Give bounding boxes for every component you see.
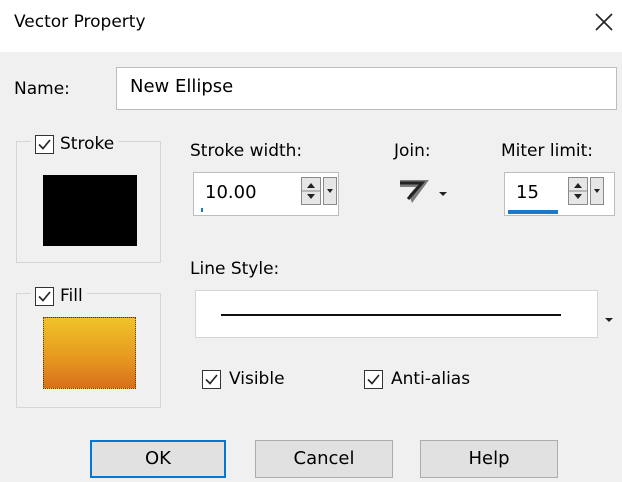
fill-checkbox-row[interactable]: Fill: [31, 286, 87, 306]
fill-color-swatch[interactable]: [43, 317, 136, 389]
help-button[interactable]: Help: [420, 440, 558, 478]
close-icon[interactable]: [590, 8, 618, 36]
miter-limit-value[interactable]: 15: [516, 182, 539, 203]
name-label: Name:: [14, 79, 70, 99]
join-label: Join:: [394, 141, 431, 161]
fill-checkbox[interactable]: [35, 286, 54, 306]
miter-limit-dropdown-button[interactable]: [590, 177, 604, 205]
visible-checkbox[interactable]: [202, 369, 221, 389]
ok-button[interactable]: OK: [90, 440, 226, 478]
stroke-width-label: Stroke width:: [190, 141, 303, 161]
line-style-chevron-icon[interactable]: [604, 309, 614, 328]
line-style-label: Line Style:: [190, 259, 280, 279]
stroke-width-slider-mark: [201, 208, 203, 212]
stroke-checkbox-row[interactable]: Stroke: [31, 134, 119, 154]
chevron-down-icon: [438, 183, 448, 202]
line-style-preview: [221, 314, 561, 316]
fill-checkbox-label: Fill: [60, 286, 83, 306]
join-dropdown[interactable]: [398, 176, 456, 208]
anti-alias-checkbox[interactable]: [364, 369, 383, 389]
anti-alias-option[interactable]: Anti-alias: [364, 369, 470, 389]
anti-alias-label: Anti-alias: [391, 369, 471, 389]
stroke-width-spinner[interactable]: [301, 177, 321, 205]
cancel-button[interactable]: Cancel: [255, 440, 393, 478]
miter-limit-slider-bar: [508, 210, 558, 214]
miter-limit-spinner[interactable]: [568, 177, 588, 205]
line-style-dropdown[interactable]: [195, 290, 598, 338]
visible-label: Visible: [229, 369, 285, 389]
miter-join-icon: [398, 175, 432, 209]
name-input[interactable]: New Ellipse: [116, 67, 617, 110]
stroke-color-swatch[interactable]: [43, 175, 137, 246]
window-title: Vector Property: [14, 12, 146, 32]
stroke-width-value[interactable]: 10.00: [205, 182, 257, 203]
stroke-checkbox[interactable]: [35, 134, 54, 154]
stroke-width-dropdown-button[interactable]: [323, 177, 337, 205]
visible-option[interactable]: Visible: [202, 369, 285, 389]
stroke-checkbox-label: Stroke: [60, 134, 115, 154]
miter-limit-label: Miter limit:: [501, 141, 594, 161]
